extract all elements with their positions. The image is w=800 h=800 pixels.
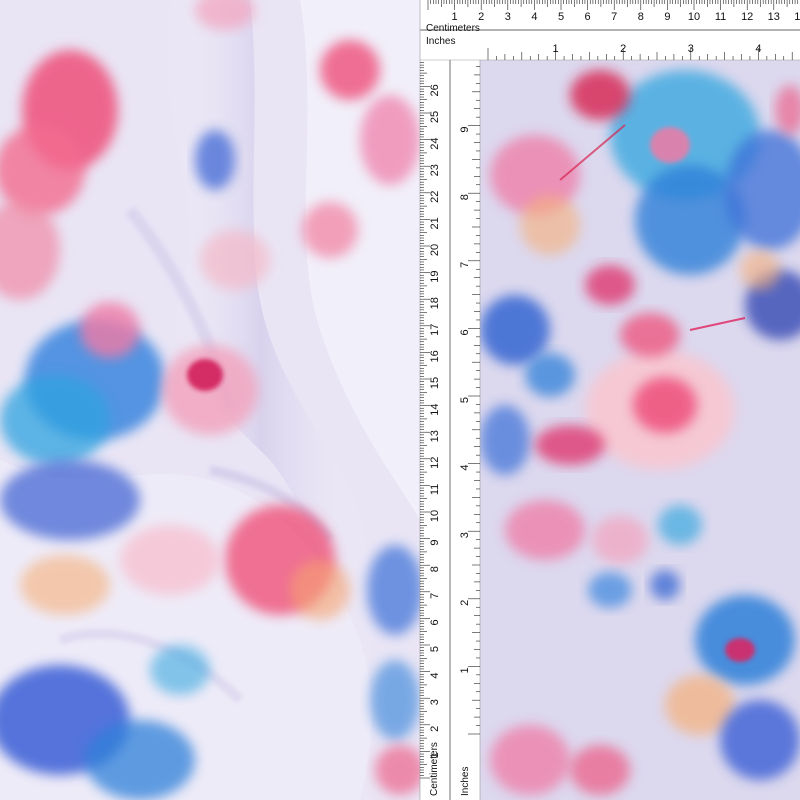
top-inch-numbers: 12345 — [553, 43, 762, 55]
left-inch-numbers: 1 2 3 4 5 6 7 8 9 — [459, 127, 471, 674]
left-cm-number: 5 — [429, 646, 441, 652]
left-cm-number: 13 — [429, 430, 441, 442]
left-inch-number: 8 — [459, 194, 471, 200]
top-cm-number: 6 — [585, 11, 591, 23]
left-cm-number: 2 — [429, 726, 441, 732]
left-cm-number: 18 — [429, 297, 441, 309]
left-cm-number: 25 — [429, 111, 441, 123]
left-cm-number: 16 — [429, 350, 441, 362]
left-cm-number: 10 — [429, 510, 441, 522]
left-cm-number: 23 — [429, 164, 441, 176]
left-cm-number: 21 — [429, 217, 441, 229]
left-inch-number: 2 — [459, 600, 471, 606]
top-inch-number: 4 — [755, 43, 761, 55]
top-cm-number: 9 — [664, 11, 670, 23]
left-cm-number: 1 — [429, 752, 441, 758]
left-inch-number: 9 — [459, 127, 471, 133]
left-inch-number: 3 — [459, 532, 471, 538]
top-cm-number: 3 — [505, 11, 511, 23]
top-cm-number: 12 — [741, 11, 753, 23]
top-cm-number: 4 — [531, 11, 537, 23]
left-cm-number: 9 — [429, 540, 441, 546]
top-inches-label: Inches — [426, 36, 455, 47]
left-cm-number: 15 — [429, 377, 441, 389]
left-cm-number: 17 — [429, 324, 441, 336]
left-cm-number: 14 — [429, 403, 441, 415]
left-cm-number: 19 — [429, 270, 441, 282]
left-cm-number: 11 — [429, 484, 441, 495]
left-cm-number: 3 — [429, 699, 441, 705]
top-cm-number: 2 — [478, 11, 484, 23]
left-cm-number: 26 — [429, 84, 441, 96]
left-inch-number: 5 — [459, 397, 471, 403]
left-cm-number: 6 — [429, 619, 441, 625]
top-cm-number: 13 — [768, 11, 780, 23]
top-cm-number: 11 — [715, 11, 726, 23]
top-cm-numbers: 1234567891011121314 — [452, 11, 800, 23]
left-inches-label: Inches — [460, 767, 471, 796]
top-inch-number: 1 — [553, 43, 559, 55]
left-inch-number: 7 — [459, 262, 471, 268]
left-cm-number: 4 — [429, 673, 441, 679]
left-cm-number: 12 — [429, 457, 441, 469]
fabric-photo: Centimeters Inches Centimeters Inches 12… — [0, 0, 800, 800]
left-cm-number: 22 — [429, 191, 441, 203]
ruler-labels: Centimeters Inches Centimeters Inches 12… — [426, 11, 800, 796]
left-cm-number: 24 — [429, 137, 441, 149]
top-cm-number: 14 — [794, 11, 800, 23]
left-cm-numbers: 1234567891011121314151617181920212223242… — [429, 84, 441, 758]
top-cm-number: 10 — [688, 11, 700, 23]
left-inch-number: 6 — [459, 329, 471, 335]
left-cm-number: 7 — [429, 593, 441, 599]
top-cm-number: 1 — [452, 11, 458, 23]
top-cm-number: 5 — [558, 11, 564, 23]
top-cm-number: 8 — [638, 11, 644, 23]
top-inch-number: 2 — [620, 43, 626, 55]
top-cm-number: 7 — [611, 11, 617, 23]
top-centimeters-label: Centimeters — [426, 23, 480, 34]
left-cm-number: 8 — [429, 566, 441, 572]
left-inch-number: 4 — [459, 465, 471, 471]
left-centimeters-label: Centimeters — [429, 742, 440, 796]
left-inch-number: 1 — [459, 667, 471, 673]
top-inch-number: 3 — [688, 43, 694, 55]
left-cm-number: 20 — [429, 244, 441, 256]
